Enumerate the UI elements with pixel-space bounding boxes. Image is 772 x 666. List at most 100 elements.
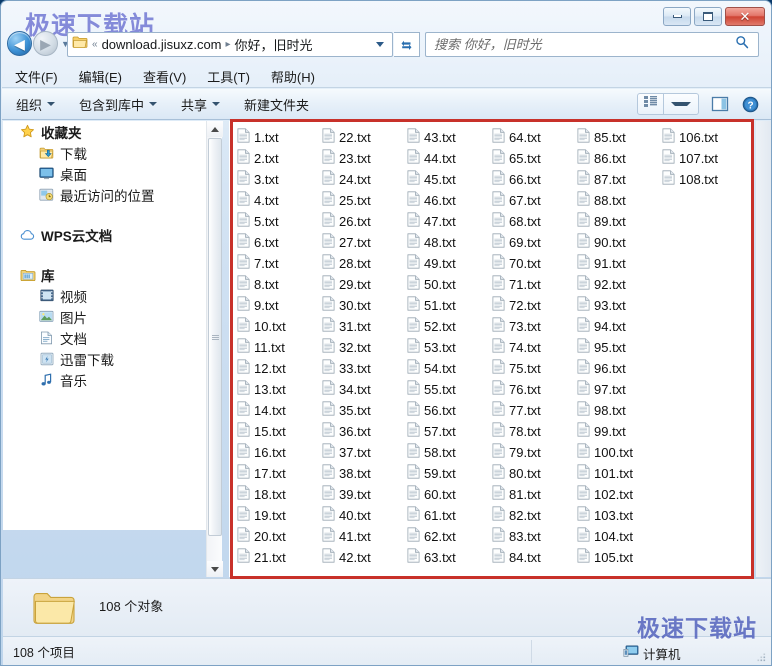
file-item[interactable]: 82.txt (492, 505, 577, 526)
file-item[interactable]: 15.txt (237, 421, 322, 442)
file-item[interactable]: 52.txt (407, 316, 492, 337)
file-item[interactable]: 37.txt (322, 442, 407, 463)
sidebar-item-videos[interactable]: 视频 (3, 285, 199, 306)
file-item[interactable]: 88.txt (577, 190, 662, 211)
file-item[interactable]: 55.txt (407, 379, 492, 400)
file-item[interactable]: 92.txt (577, 274, 662, 295)
file-item[interactable]: 27.txt (322, 232, 407, 253)
file-item[interactable]: 103.txt (577, 505, 662, 526)
file-item[interactable]: 3.txt (237, 169, 322, 190)
file-item[interactable]: 68.txt (492, 211, 577, 232)
address-dropdown-icon[interactable] (376, 42, 384, 47)
file-item[interactable]: 105.txt (577, 547, 662, 568)
file-item[interactable]: 8.txt (237, 274, 322, 295)
file-item[interactable]: 39.txt (322, 484, 407, 505)
file-item[interactable]: 101.txt (577, 463, 662, 484)
organize-button[interactable]: 组织 (16, 95, 55, 114)
file-item[interactable]: 73.txt (492, 316, 577, 337)
file-item[interactable]: 61.txt (407, 505, 492, 526)
file-item[interactable]: 50.txt (407, 274, 492, 295)
file-item[interactable]: 108.txt (662, 169, 747, 190)
sidebar-item-downloads[interactable]: 下载 (3, 142, 199, 163)
file-item[interactable]: 16.txt (237, 442, 322, 463)
file-item[interactable]: 65.txt (492, 148, 577, 169)
file-item[interactable]: 32.txt (322, 337, 407, 358)
sidebar-group-libraries[interactable]: 库 (3, 264, 199, 285)
file-item[interactable]: 107.txt (662, 148, 747, 169)
file-item[interactable]: 79.txt (492, 442, 577, 463)
file-item[interactable]: 24.txt (322, 169, 407, 190)
file-item[interactable]: 17.txt (237, 463, 322, 484)
forward-button[interactable]: ▶ (33, 31, 58, 56)
file-item[interactable]: 33.txt (322, 358, 407, 379)
sidebar-item-music[interactable]: 音乐 (3, 369, 199, 390)
file-item[interactable]: 44.txt (407, 148, 492, 169)
file-item[interactable]: 7.txt (237, 253, 322, 274)
file-item[interactable]: 22.txt (322, 127, 407, 148)
file-item[interactable]: 36.txt (322, 421, 407, 442)
file-list-pane[interactable]: 1.txt2.txt3.txt4.txt5.txt6.txt7.txt8.txt… (229, 121, 754, 577)
file-item[interactable]: 53.txt (407, 337, 492, 358)
file-item[interactable]: 100.txt (577, 442, 662, 463)
file-item[interactable]: 93.txt (577, 295, 662, 316)
share-button[interactable]: 共享 (181, 95, 220, 114)
change-view-button[interactable] (637, 93, 699, 115)
file-item[interactable]: 46.txt (407, 190, 492, 211)
file-item[interactable]: 57.txt (407, 421, 492, 442)
sidebar-item-wps-cloud[interactable]: WPS云文档 (3, 224, 199, 245)
file-item[interactable]: 67.txt (492, 190, 577, 211)
file-item[interactable]: 102.txt (577, 484, 662, 505)
sidebar-item-documents[interactable]: 文档 (3, 327, 199, 348)
file-item[interactable]: 98.txt (577, 400, 662, 421)
file-item[interactable]: 34.txt (322, 379, 407, 400)
file-item[interactable]: 96.txt (577, 358, 662, 379)
menu-view[interactable]: 查看(V) (143, 67, 186, 86)
file-item[interactable]: 59.txt (407, 463, 492, 484)
close-button[interactable]: ✕ (725, 7, 765, 26)
file-item[interactable]: 49.txt (407, 253, 492, 274)
file-item[interactable]: 85.txt (577, 127, 662, 148)
file-item[interactable]: 76.txt (492, 379, 577, 400)
file-item[interactable]: 28.txt (322, 253, 407, 274)
file-item[interactable]: 87.txt (577, 169, 662, 190)
file-item[interactable]: 4.txt (237, 190, 322, 211)
file-item[interactable]: 40.txt (322, 505, 407, 526)
file-item[interactable]: 10.txt (237, 316, 322, 337)
sidebar-item-thunder-download[interactable]: 迅雷下载 (3, 348, 199, 369)
file-item[interactable]: 9.txt (237, 295, 322, 316)
file-item[interactable]: 13.txt (237, 379, 322, 400)
file-item[interactable]: 19.txt (237, 505, 322, 526)
maximize-button[interactable] (694, 7, 722, 26)
file-item[interactable]: 11.txt (237, 337, 322, 358)
menu-file[interactable]: 文件(F) (15, 67, 58, 86)
sidebar-item-recent-places[interactable]: 最近访问的位置 (3, 184, 199, 205)
file-item[interactable]: 63.txt (407, 547, 492, 568)
file-item[interactable]: 64.txt (492, 127, 577, 148)
file-item[interactable]: 56.txt (407, 400, 492, 421)
resize-grip[interactable] (755, 650, 767, 662)
file-item[interactable]: 81.txt (492, 484, 577, 505)
sidebar-item-desktop[interactable]: 桌面 (3, 163, 199, 184)
file-item[interactable]: 89.txt (577, 211, 662, 232)
file-item[interactable]: 71.txt (492, 274, 577, 295)
file-item[interactable]: 45.txt (407, 169, 492, 190)
sidebar-group-favorites[interactable]: 收藏夹 (3, 121, 199, 142)
new-folder-button[interactable]: 新建文件夹 (244, 95, 309, 114)
file-item[interactable]: 42.txt (322, 547, 407, 568)
preview-pane-button[interactable] (711, 96, 729, 112)
menu-edit[interactable]: 编辑(E) (79, 67, 122, 86)
file-item[interactable]: 25.txt (322, 190, 407, 211)
file-item[interactable]: 1.txt (237, 127, 322, 148)
file-item[interactable]: 6.txt (237, 232, 322, 253)
file-item[interactable]: 75.txt (492, 358, 577, 379)
scroll-up-button[interactable] (207, 121, 223, 137)
file-item[interactable]: 60.txt (407, 484, 492, 505)
address-bar[interactable]: « download.jisuxz.com ▸ 你好，旧时光 (67, 32, 393, 57)
sidebar-item-pictures[interactable]: 图片 (3, 306, 199, 327)
file-item[interactable]: 70.txt (492, 253, 577, 274)
file-item[interactable]: 80.txt (492, 463, 577, 484)
file-item[interactable]: 26.txt (322, 211, 407, 232)
file-item[interactable]: 35.txt (322, 400, 407, 421)
file-item[interactable]: 41.txt (322, 526, 407, 547)
scrollbar-thumb[interactable] (208, 138, 222, 536)
